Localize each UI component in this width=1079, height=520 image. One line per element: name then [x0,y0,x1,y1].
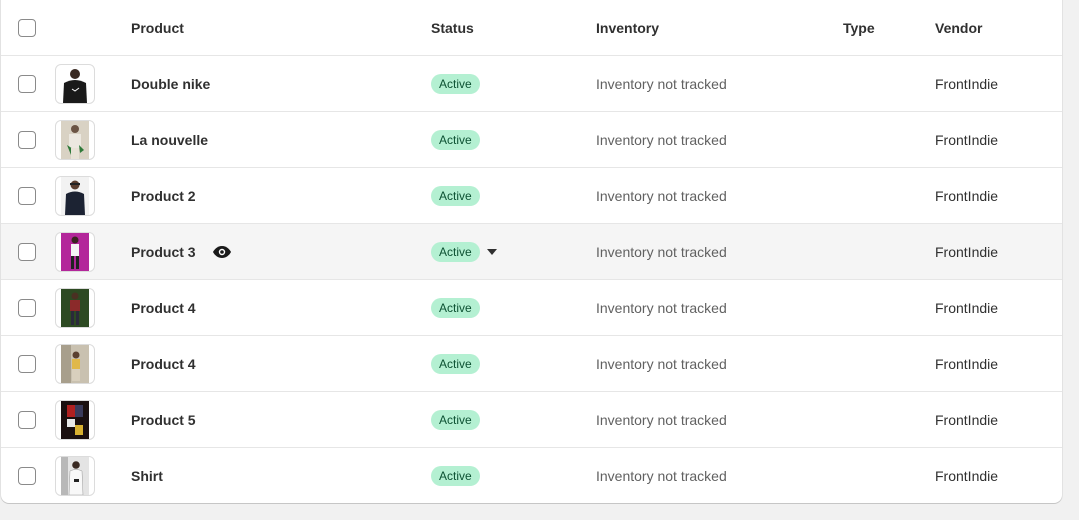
product-thumbnail[interactable] [55,175,95,216]
inventory-text: Inventory not tracked [596,411,727,428]
table-row[interactable]: Double nike Active Inventory not tracked… [1,55,1062,111]
table-header: Product Status Inventory Type Vendor [1,0,1062,55]
header-type[interactable]: Type [843,0,923,55]
table-row[interactable]: La nouvelle Active Inventory not tracked… [1,111,1062,167]
table-row[interactable]: Product 3 Active Inventory not tracked F… [1,223,1062,279]
inventory-text: Inventory not tracked [596,299,727,316]
product-thumbnail[interactable] [55,119,95,160]
status-badge[interactable]: Active [431,241,480,262]
row-checkbox[interactable] [18,242,36,261]
vendor-text: FrontIndie [935,355,999,372]
status-badge[interactable]: Active [431,185,480,206]
row-checkbox[interactable] [18,186,36,205]
vendor-text: FrontIndie [935,75,999,92]
row-checkbox[interactable] [18,354,36,373]
inventory-text: Inventory not tracked [596,243,727,260]
product-title-link[interactable]: Product 2 [131,188,196,204]
inventory-text: Inventory not tracked [596,131,727,148]
inventory-text: Inventory not tracked [596,355,727,372]
product-title-link[interactable]: La nouvelle [131,132,208,148]
vendor-text: FrontIndie [935,131,999,148]
vendor-text: FrontIndie [935,467,999,484]
row-checkbox[interactable] [18,130,36,149]
product-thumbnail[interactable] [55,231,95,272]
table-row[interactable]: Product 4 Active Inventory not tracked F… [1,335,1062,391]
product-thumbnail[interactable] [55,287,95,328]
product-thumbnail[interactable] [55,399,95,440]
product-title-link[interactable]: Product 4 [131,300,196,316]
eye-icon[interactable] [212,245,231,258]
row-checkbox[interactable] [18,74,36,93]
vendor-text: FrontIndie [935,243,999,260]
vendor-text: FrontIndie [935,187,999,204]
table-row[interactable]: Product 5 Active Inventory not tracked F… [1,391,1062,447]
row-checkbox[interactable] [18,298,36,317]
product-title-link[interactable]: Product 3 [131,244,196,260]
status-badge[interactable]: Active [431,353,480,374]
product-title-link[interactable]: Product 4 [131,356,196,372]
vendor-text: FrontIndie [935,299,999,316]
status-badge[interactable]: Active [431,465,480,486]
header-inventory[interactable]: Inventory [596,0,826,55]
row-checkbox[interactable] [18,410,36,429]
products-table: Product Status Inventory Type Vendor Dou… [1,0,1062,503]
product-title-link[interactable]: Double nike [131,76,210,92]
table-row[interactable]: Product 2 Active Inventory not tracked F… [1,167,1062,223]
status-badge[interactable]: Active [431,297,480,318]
status-badge[interactable]: Active [431,73,480,94]
inventory-text: Inventory not tracked [596,467,727,484]
inventory-text: Inventory not tracked [596,75,727,92]
vendor-text: FrontIndie [935,411,999,428]
product-thumbnail[interactable] [55,63,95,104]
inventory-text: Inventory not tracked [596,187,727,204]
select-all-checkbox[interactable] [18,18,36,37]
status-badge[interactable]: Active [431,409,480,430]
row-checkbox[interactable] [18,466,36,485]
header-vendor[interactable]: Vendor [935,0,1055,55]
table-row[interactable]: Shirt Active Inventory not tracked Front… [1,447,1062,503]
status-badge[interactable]: Active [431,129,480,150]
header-product[interactable]: Product [131,0,411,55]
table-row[interactable]: Product 4 Active Inventory not tracked F… [1,279,1062,335]
product-title-link[interactable]: Product 5 [131,412,196,428]
header-status[interactable]: Status [431,0,581,55]
product-thumbnail[interactable] [55,455,95,496]
product-title-link[interactable]: Shirt [131,468,163,484]
caret-down-icon[interactable] [486,248,497,255]
product-thumbnail[interactable] [55,343,95,384]
